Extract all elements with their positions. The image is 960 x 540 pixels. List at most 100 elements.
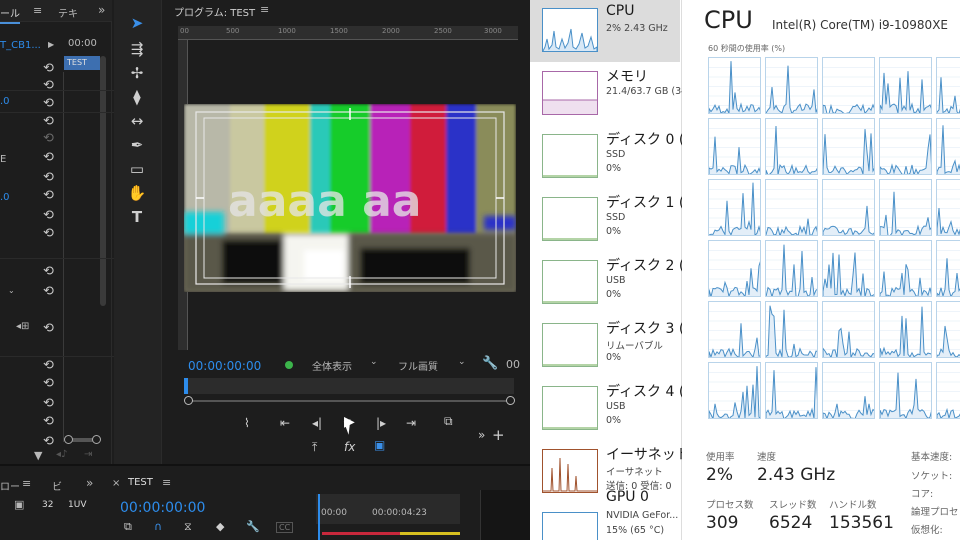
step-back-icon[interactable]: ◂| xyxy=(312,416,322,430)
core-usage-graph xyxy=(765,240,818,297)
track-select-icon[interactable]: ⇶ xyxy=(126,40,148,58)
reset-icon[interactable]: ⟲ xyxy=(43,170,54,185)
multi-camera-icon[interactable]: ⧉ xyxy=(444,414,453,429)
type-tool-icon[interactable]: T xyxy=(126,208,148,226)
audio-icon[interactable]: ◂♪ xyxy=(56,449,67,460)
step-forward-icon[interactable]: |▸ xyxy=(376,416,386,430)
reset-icon[interactable]: ⟲ xyxy=(43,226,54,241)
go-to-out-icon[interactable]: ⇥ xyxy=(406,416,416,430)
duration-timecode: 00 xyxy=(506,358,520,371)
more-tabs-icon[interactable]: » xyxy=(98,3,105,17)
core-usage-graph xyxy=(765,362,818,419)
sidebar-item-gpu[interactable]: GPU 0 NVIDIA GeFor... 15% (65 °C) xyxy=(530,489,680,540)
sidebar-item-memory[interactable]: メモリ 21.4/63.7 GB (34 xyxy=(530,63,687,125)
panel-menu-icon[interactable]: ≡ xyxy=(260,3,269,16)
program-timecode[interactable]: 00:00:00:00 xyxy=(188,359,261,373)
process-value: 309 xyxy=(706,513,739,533)
program-monitor-title: プログラム: TEST xyxy=(174,8,256,19)
sidebar-item-value: 0% xyxy=(606,289,622,300)
scope-icon[interactable]: ▣ xyxy=(14,498,24,511)
chevron-down-icon[interactable]: ⌄ xyxy=(458,357,466,367)
panel-menu-icon[interactable]: ≡ xyxy=(162,476,171,489)
video-frame[interactable]: aaaa aa xyxy=(184,104,516,292)
close-icon[interactable]: × xyxy=(112,478,120,489)
reset-icon[interactable]: ⟲ xyxy=(43,284,54,299)
sidebar-item-ethernet[interactable]: イーサネット イーサネット 送信: 0 受信: 0 xyxy=(530,441,690,503)
wrench-icon[interactable]: 🔧 xyxy=(482,356,498,371)
reset-icon[interactable]: ⟲ xyxy=(43,61,54,76)
playhead[interactable] xyxy=(184,378,188,394)
reset-icon[interactable]: ⟲ xyxy=(43,434,54,449)
reset-icon[interactable]: ⟲ xyxy=(43,150,54,165)
go-to-in-icon[interactable]: ⇤ xyxy=(280,416,290,430)
chevron-down-icon[interactable]: ⌄ xyxy=(370,357,378,367)
slip-tool-icon[interactable]: ↔ xyxy=(126,112,148,130)
export-frame-icon[interactable]: ⇥ xyxy=(84,449,92,460)
quality-select[interactable]: フル画質 xyxy=(398,358,438,373)
sidebar-item-disk4[interactable]: ディスク 4 (F:) USB 0% xyxy=(530,378,701,440)
tab-left-2[interactable]: ビ xyxy=(52,478,62,493)
dropdown-chevron-icon[interactable]: ⌄ xyxy=(8,286,15,295)
scrub-bar[interactable] xyxy=(184,378,514,394)
marker-icon[interactable]: ◆ xyxy=(216,520,224,533)
selection-tool-icon[interactable]: ➤ xyxy=(126,14,148,32)
core-usage-graph xyxy=(936,301,960,358)
reset-icon[interactable]: ⟲ xyxy=(43,188,54,203)
reset-icon[interactable]: ⟲ xyxy=(43,358,54,373)
play-arrow-icon[interactable]: ▶ xyxy=(48,40,54,49)
sidebar-item-cpu[interactable]: CPU 2% 2.43 GHz xyxy=(530,0,680,62)
reset-icon[interactable]: ⟲ xyxy=(43,414,54,429)
linked-selection-icon[interactable]: ⧖ xyxy=(184,520,192,534)
sidebar-item-label: イーサネット xyxy=(606,447,690,463)
captions-badge[interactable]: CC xyxy=(276,522,294,533)
reset-icon[interactable]: ⟲ xyxy=(43,264,54,279)
wrench-icon[interactable]: 🔧 xyxy=(246,520,260,533)
more-controls-icon[interactable]: » xyxy=(478,428,485,442)
timeline-timecode[interactable]: 00:00:00:00 xyxy=(120,500,205,516)
filter-icon[interactable]: ▼ xyxy=(34,449,42,462)
reset-icon[interactable]: ⟲ xyxy=(43,208,54,223)
tab-effect-controls[interactable]: ール xyxy=(0,5,20,24)
property-value-a[interactable]: .0 xyxy=(0,96,10,107)
tab-left[interactable]: ロー xyxy=(0,478,20,493)
sidebar-item-disk1[interactable]: ディスク 1 (D: SSD 0% xyxy=(530,189,700,251)
sidebar-item-disk0[interactable]: ディスク 0 (C: SSD 0% xyxy=(530,126,699,188)
panel-menu-icon[interactable]: ≡ xyxy=(33,4,42,17)
nest-icon[interactable]: ⧉ xyxy=(124,520,132,534)
tab-text[interactable]: テキ xyxy=(58,5,78,20)
effect-controls-panel: ール ≡ テキ » T_CB1... ▶ 00:00 TEST .0 E .0 … xyxy=(0,0,120,468)
reset-icon[interactable]: ⟲ xyxy=(43,321,54,336)
core-graph-grid xyxy=(708,57,960,425)
ripple-edit-icon[interactable]: ✢ xyxy=(126,64,148,82)
lift-icon[interactable]: ⤒ xyxy=(312,440,317,455)
pen-tool-icon[interactable]: ✒ xyxy=(126,136,148,154)
reset-icon[interactable]: ⟲ xyxy=(43,396,54,411)
razor-icon[interactable]: ⧫ xyxy=(126,88,148,106)
keyframe-nav-icon[interactable]: ◂⊞ xyxy=(16,321,29,332)
core-usage-graph xyxy=(879,179,932,236)
sidebar-item-value: 0% xyxy=(606,163,622,174)
core-usage-graph xyxy=(708,118,761,175)
reset-icon[interactable]: ⟲ xyxy=(43,114,54,129)
hand-tool-icon[interactable]: ✋ xyxy=(126,184,148,202)
zoom-select[interactable]: 全体表示 xyxy=(312,358,352,373)
more-tabs-icon[interactable]: » xyxy=(86,476,93,490)
reset-icon[interactable]: ⟲ xyxy=(43,96,54,111)
timeline-tab-title[interactable]: TEST xyxy=(128,477,153,488)
rectangle-tool-icon[interactable]: ▭ xyxy=(126,160,148,178)
property-value-b[interactable]: .0 xyxy=(0,192,10,203)
reset-icon[interactable]: ⟲ xyxy=(43,131,54,146)
reset-icon[interactable]: ⟲ xyxy=(43,376,54,391)
scrollbar[interactable] xyxy=(100,56,106,306)
snap-icon[interactable]: ∩ xyxy=(154,520,162,533)
add-button-icon[interactable]: + xyxy=(492,426,505,444)
fx-icon[interactable]: fx xyxy=(344,440,355,454)
panel-menu-icon[interactable]: ≡ xyxy=(22,477,31,490)
mark-in-icon[interactable]: ⌇ xyxy=(244,416,250,430)
sidebar-item-disk3[interactable]: ディスク 3 (K: リムーバブル 0% xyxy=(530,315,698,377)
comparison-view-icon[interactable]: ▣ xyxy=(374,438,385,452)
reset-icon[interactable]: ⟲ xyxy=(43,78,54,93)
core-usage-graph xyxy=(708,301,761,358)
timeline-playhead[interactable] xyxy=(318,494,320,540)
sidebar-item-disk2[interactable]: ディスク 2 (I:) USB 0% xyxy=(530,252,699,314)
